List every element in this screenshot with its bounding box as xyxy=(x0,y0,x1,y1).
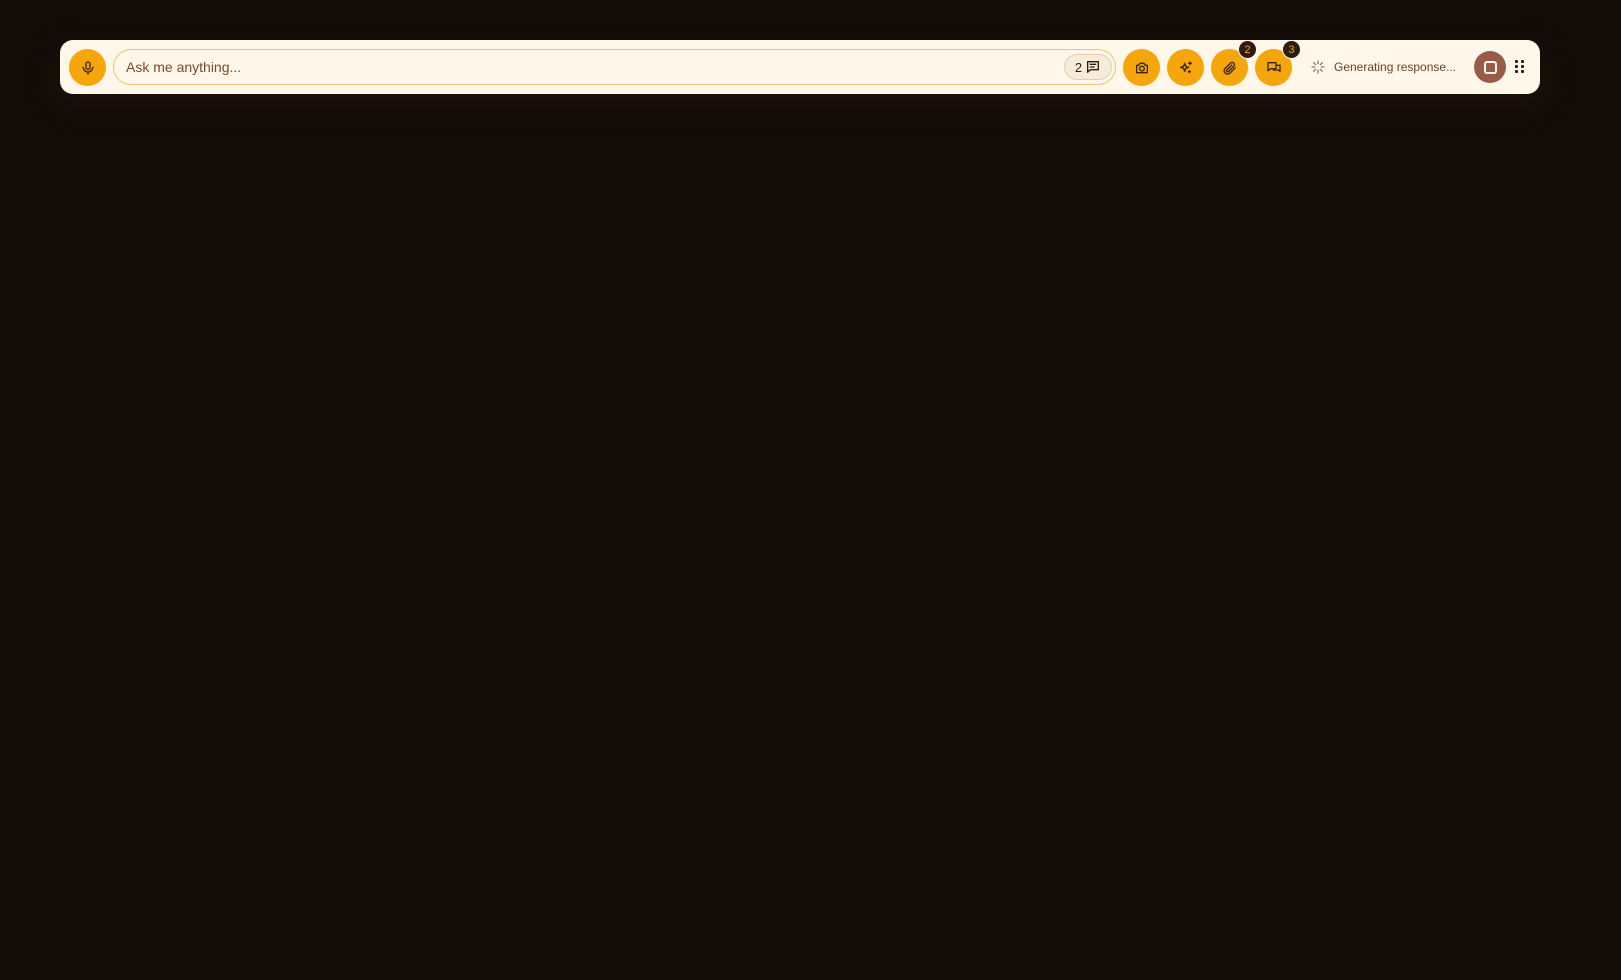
camera-icon xyxy=(1135,62,1148,73)
stop-square-icon xyxy=(1483,60,1497,74)
message-input-wrapper: 2 xyxy=(113,49,1116,85)
conversation-count-badge: 3 xyxy=(1282,40,1301,59)
spinner-icon xyxy=(1311,60,1325,74)
microphone-button[interactable] xyxy=(69,49,106,86)
paperclip-icon xyxy=(1223,61,1236,75)
attachment-count-badge: 2 xyxy=(1238,40,1257,59)
conversations-button[interactable]: 3 xyxy=(1255,40,1301,86)
message-count-chip[interactable]: 2 xyxy=(1064,54,1112,80)
attach-button[interactable]: 2 xyxy=(1211,40,1257,86)
ai-sparkle-button[interactable] xyxy=(1167,49,1204,86)
camera-button[interactable] xyxy=(1123,49,1160,86)
status-text: Generating response... xyxy=(1334,60,1457,74)
generation-status: Generating response... xyxy=(1310,57,1456,77)
message-input[interactable] xyxy=(114,50,1054,84)
chat-bubbles-icon xyxy=(1266,61,1281,72)
chat-composer-bar: 2 2 3 xyxy=(60,40,1540,94)
drag-handle-icon[interactable] xyxy=(1515,59,1525,75)
microphone-icon xyxy=(82,60,93,75)
message-count: 2 xyxy=(1074,59,1083,75)
sparkles-icon xyxy=(1179,60,1192,73)
message-icon xyxy=(1087,61,1100,73)
stop-generation-button[interactable] xyxy=(1474,51,1506,83)
